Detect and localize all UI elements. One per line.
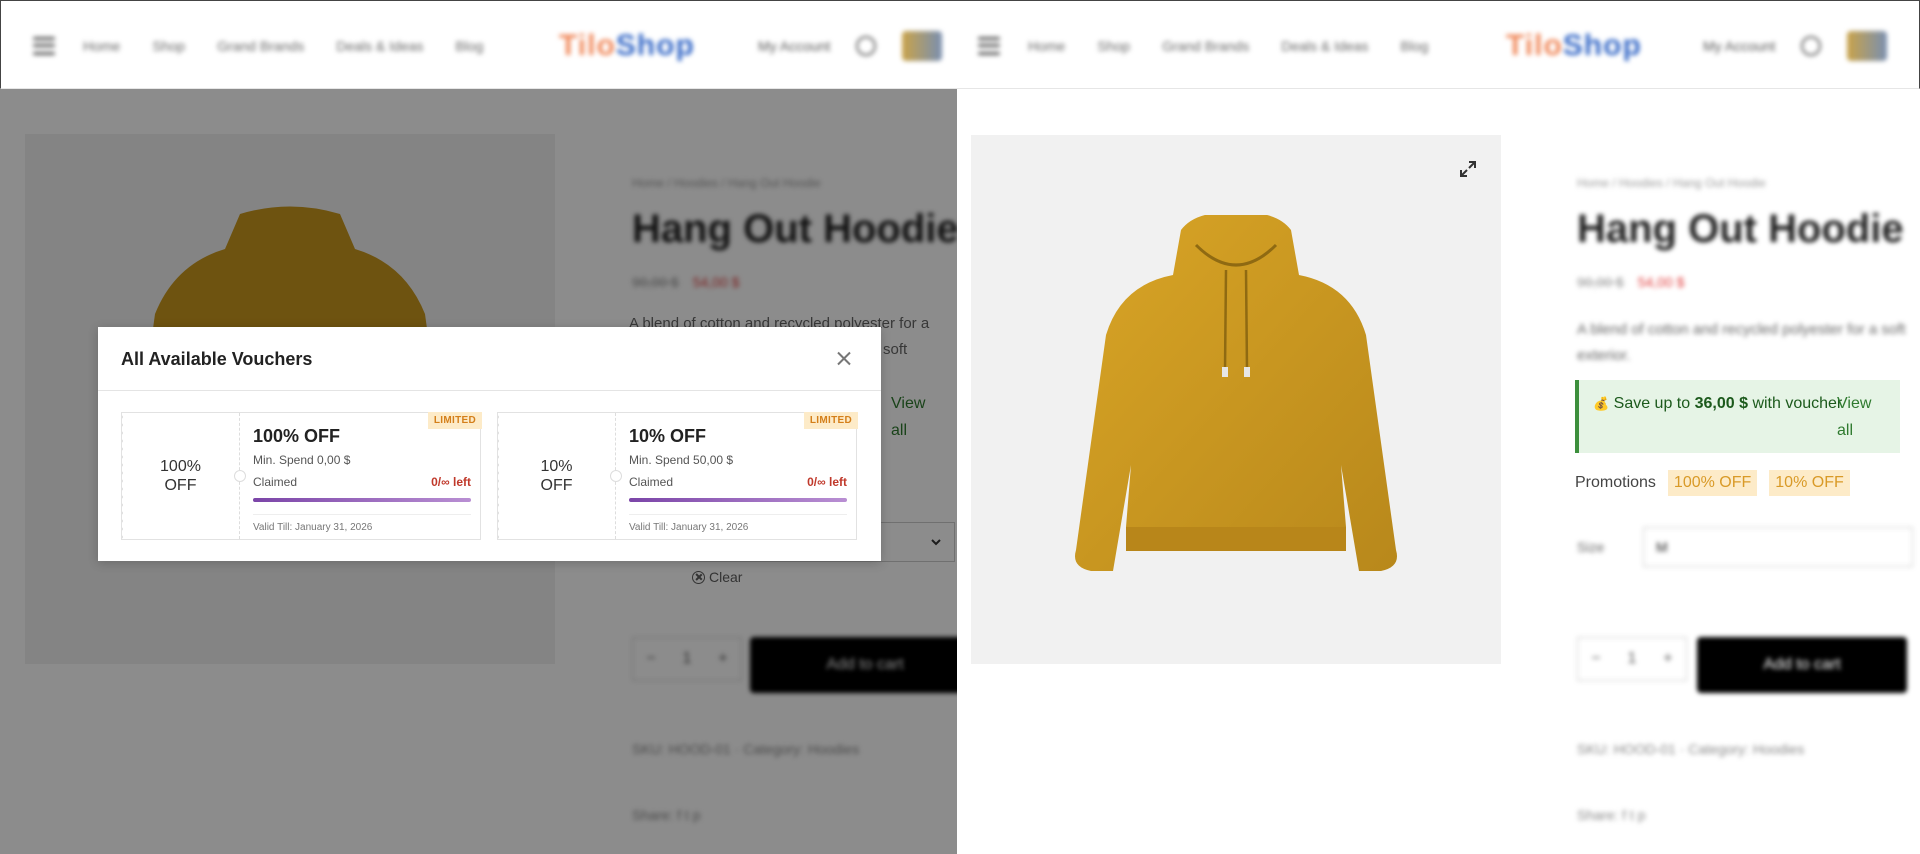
voucher-claimed-progress bbox=[253, 498, 471, 502]
site-header: Home Shop Grand Brands Deals & Ideas Blo… bbox=[0, 0, 1920, 89]
voucher-notch bbox=[610, 470, 622, 482]
avatar[interactable] bbox=[902, 30, 943, 61]
nav-item[interactable]: Shop bbox=[1097, 38, 1130, 54]
close-icon[interactable] bbox=[837, 351, 851, 365]
voucher-min-spend: Min. Spend 50,00 $ bbox=[629, 453, 734, 467]
voucher-min-spend: Min. Spend 0,00 $ bbox=[253, 453, 351, 467]
hoodie-image bbox=[1075, 215, 1397, 571]
promotions-row: Promotions 100% OFF 10% OFF bbox=[1575, 470, 1850, 496]
voucher-discount: 10% OFF bbox=[497, 413, 616, 539]
voucher-title: 100% OFF bbox=[253, 426, 341, 446]
breadcrumb[interactable]: Home / Hoodies / Hang Out Hoodie bbox=[1577, 176, 1766, 190]
nav-item[interactable]: Home bbox=[83, 38, 120, 54]
page: Home Shop Grand Brands Deals & Ideas Blo… bbox=[0, 0, 1920, 854]
voucher-remaining: 0/∞ left bbox=[807, 475, 847, 489]
money-bag-icon: 💰 bbox=[1593, 396, 1610, 411]
voucher-discount-unit: OFF bbox=[164, 477, 197, 494]
voucher-notch bbox=[234, 470, 246, 482]
nav-item[interactable]: Blog bbox=[1400, 38, 1428, 54]
voucher-discount-unit: OFF bbox=[540, 477, 573, 494]
nav-item[interactable]: Deals & Ideas bbox=[336, 38, 423, 54]
view-all-label: all bbox=[1837, 422, 1854, 439]
save-prefix: Save up to bbox=[1613, 395, 1691, 412]
product-image[interactable] bbox=[971, 135, 1501, 664]
header-nav-left: Home Shop Grand Brands Deals & Ideas Blo… bbox=[33, 1, 515, 90]
product-title: Hang Out Hoodie bbox=[1577, 207, 1904, 251]
avatar[interactable] bbox=[1847, 30, 1888, 61]
clear-label: Clear bbox=[709, 569, 743, 585]
menu-icon[interactable] bbox=[33, 36, 55, 55]
voucher-card[interactable]: 100% OFF 100% OFF Min. Spend 0,00 $ Claim… bbox=[121, 412, 482, 540]
voucher-remaining: 0/∞ left bbox=[431, 475, 471, 489]
voucher-title: 10% OFF bbox=[629, 426, 707, 446]
voucher-discount-value: 100% bbox=[160, 458, 201, 475]
nav-item[interactable]: Grand Brands bbox=[1162, 38, 1249, 54]
search-icon[interactable] bbox=[856, 35, 877, 56]
voucher-discount-value: 10% bbox=[540, 458, 573, 475]
voucher-card[interactable]: 10% OFF 10% OFF Min. Spend 50,00 $ Claime… bbox=[497, 412, 858, 540]
voucher-progress-fill bbox=[253, 498, 471, 502]
share-row: Share: f t p bbox=[1577, 807, 1646, 823]
voucher-details: 100% OFF Min. Spend 0,00 $ Claimed 0/∞ l… bbox=[253, 413, 471, 539]
expand-icon[interactable] bbox=[1458, 159, 1478, 179]
nav-item[interactable]: Blog bbox=[455, 38, 483, 54]
nav-item[interactable]: Home bbox=[1028, 38, 1065, 54]
voucher-claimed-label: Claimed bbox=[629, 475, 674, 489]
size-value: M bbox=[1656, 539, 1668, 555]
promo-tag[interactable]: 10% OFF bbox=[1769, 470, 1850, 496]
logo-part-a: Tilo bbox=[1506, 28, 1563, 62]
promotions-label: Promotions bbox=[1575, 474, 1656, 491]
voucher-progress-fill bbox=[629, 498, 847, 502]
menu-icon[interactable] bbox=[978, 36, 1000, 55]
plus-icon[interactable]: + bbox=[1663, 650, 1672, 668]
right-product-pane: Home / Hoodies / Hang Out Hoodie Hang Ou… bbox=[957, 89, 1920, 854]
size-select[interactable]: M bbox=[1643, 527, 1913, 567]
modal-title: All Available Vouchers bbox=[121, 349, 313, 369]
voucher-details: 10% OFF Min. Spend 50,00 $ Claimed 0/∞ l… bbox=[629, 413, 847, 539]
save-amount: 36,00 $ bbox=[1694, 395, 1748, 412]
view-all-label: View bbox=[1837, 395, 1872, 412]
add-to-cart-button[interactable]: Add to cart bbox=[1697, 637, 1907, 693]
header-right-right: My Account bbox=[1703, 1, 1888, 90]
quantity-value[interactable]: 1 bbox=[1628, 650, 1637, 668]
minus-icon[interactable]: − bbox=[1591, 650, 1600, 668]
quantity-stepper[interactable]: − 1 + bbox=[1577, 637, 1687, 681]
vouchers-modal: All Available Vouchers 100% OFF 100% OFF … bbox=[98, 327, 881, 561]
promo-tag[interactable]: 100% OFF bbox=[1667, 470, 1758, 496]
old-price: 90,00 $ bbox=[1577, 274, 1624, 290]
header-right-left: My Account bbox=[758, 1, 943, 90]
new-price: 54,00 $ bbox=[1637, 274, 1685, 290]
logo[interactable]: TiloShop bbox=[559, 1, 695, 90]
size-label: Size bbox=[1577, 539, 1605, 555]
search-icon[interactable] bbox=[1801, 35, 1822, 56]
header-nav-right: Home Shop Grand Brands Deals & Ideas Blo… bbox=[978, 1, 1460, 90]
logo-part-b: Shop bbox=[1562, 28, 1642, 62]
price-row: 90,00 $ 54,00 $ bbox=[1577, 274, 1684, 290]
limited-badge: LIMITED bbox=[803, 412, 858, 429]
save-suffix: with voucher bbox=[1752, 395, 1843, 412]
product-meta: SKU: HOOD-01 · Category: Hoodies bbox=[1577, 741, 1805, 757]
account-link[interactable]: My Account bbox=[758, 38, 830, 54]
voucher-claimed-label: Claimed bbox=[253, 475, 298, 489]
nav-item[interactable]: Grand Brands bbox=[217, 38, 304, 54]
clear-link[interactable]: Clear bbox=[692, 569, 742, 585]
logo-part-b: Shop bbox=[615, 28, 695, 62]
voucher-claimed-progress bbox=[629, 498, 847, 502]
logo[interactable]: TiloShop bbox=[1506, 1, 1642, 90]
account-link[interactable]: My Account bbox=[1703, 38, 1775, 54]
nav-item[interactable]: Deals & Ideas bbox=[1281, 38, 1368, 54]
voucher-discount: 100% OFF bbox=[121, 413, 240, 539]
product-description: A blend of cotton and recycled polyester… bbox=[1577, 321, 1906, 364]
voucher-valid-till: Valid Till: January 31, 2026 bbox=[253, 514, 471, 533]
voucher-valid-till: Valid Till: January 31, 2026 bbox=[629, 514, 847, 533]
nav-item[interactable]: Shop bbox=[152, 38, 185, 54]
clear-icon bbox=[692, 570, 705, 584]
limited-badge: LIMITED bbox=[427, 412, 482, 429]
modal-header: All Available Vouchers bbox=[98, 327, 881, 391]
view-all-link[interactable]: View all bbox=[1837, 390, 1871, 444]
logo-part-a: Tilo bbox=[559, 28, 616, 62]
